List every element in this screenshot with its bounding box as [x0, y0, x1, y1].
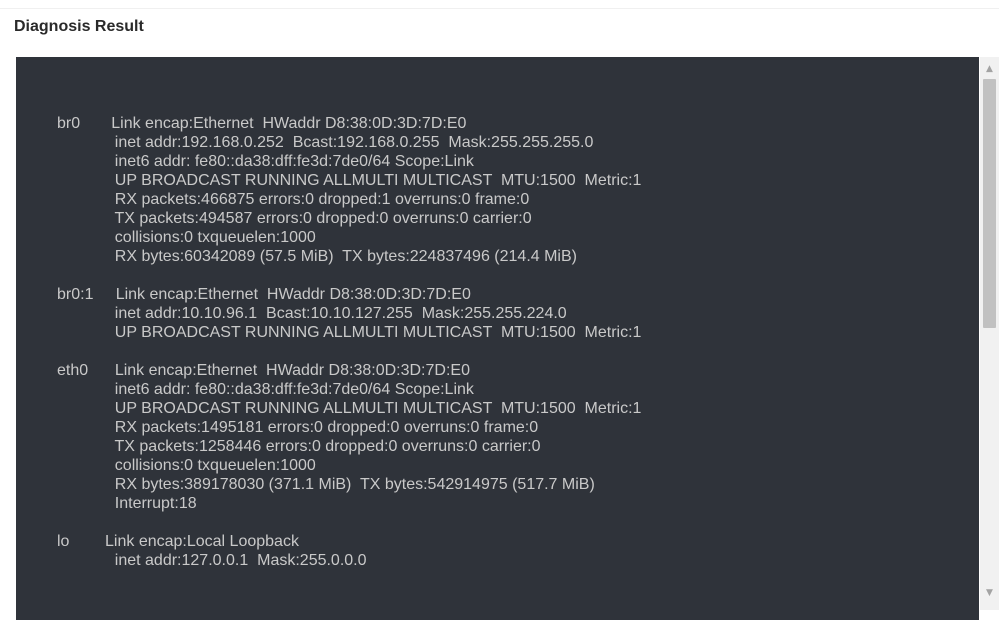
chevron-down-icon[interactable]: ▼	[980, 585, 999, 602]
panel-title: Diagnosis Result	[14, 18, 144, 35]
chevron-up-icon[interactable]: ▲	[980, 61, 999, 78]
title-divider	[0, 8, 999, 9]
diagnosis-console[interactable]: br0 Link encap:Ethernet HWaddr D8:38:0D:…	[16, 57, 979, 620]
console-output: br0 Link encap:Ethernet HWaddr D8:38:0D:…	[57, 115, 642, 569]
diagnosis-result-panel: Diagnosis Result br0 Link encap:Ethernet…	[0, 0, 999, 620]
scrollbar-thumb[interactable]	[983, 79, 996, 328]
console-scrollbar[interactable]: ▲ ▼	[980, 57, 999, 610]
bottom-strip	[0, 610, 999, 620]
